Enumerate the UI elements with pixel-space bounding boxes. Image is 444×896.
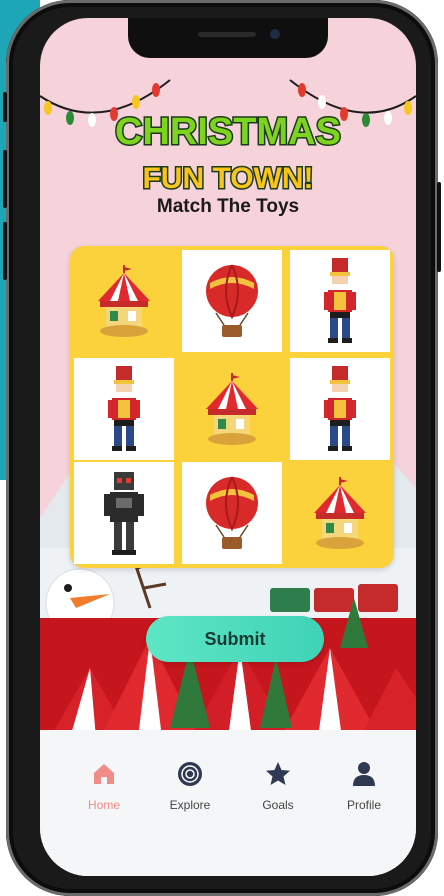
speaker: [198, 32, 256, 37]
board-cell-9[interactable]: [290, 462, 390, 564]
nutcracker-icon: [324, 366, 356, 451]
tab-goals-label: Goals: [262, 798, 294, 812]
volume-up-button: [3, 150, 7, 208]
tab-goals[interactable]: Goals: [238, 760, 318, 820]
page-title: Match The Toys: [156, 196, 300, 217]
mute-switch: [3, 92, 7, 122]
bottom-tab-bar: Home Explore Goals Profile: [40, 730, 416, 876]
home-icon: [94, 764, 114, 784]
app-logo: CHRISTMAS FUN TOWN!: [114, 110, 343, 197]
tab-explore[interactable]: Explore: [150, 760, 230, 820]
logo-line2: FUN TOWN!: [142, 162, 313, 195]
robot-icon: [104, 472, 144, 555]
tab-home-label: Home: [87, 798, 120, 812]
board-cell-6[interactable]: [290, 358, 390, 460]
tab-profile[interactable]: Profile: [324, 760, 404, 820]
hot-air-balloon-icon: [206, 264, 258, 337]
hot-air-balloon-icon: [206, 476, 258, 549]
carousel-icon: [98, 265, 150, 337]
power-button: [437, 182, 441, 272]
board-cell-5[interactable]: [182, 358, 282, 460]
phone-frame: CHRISTMAS FUN TOWN! Match The Toys Submi…: [3, 0, 441, 896]
board-cell-2[interactable]: [182, 250, 282, 352]
tab-explore-label: Explore: [169, 798, 211, 812]
carousel-icon: [206, 373, 258, 445]
board-cell-1[interactable]: [74, 250, 174, 352]
nutcracker-icon: [108, 366, 140, 451]
board-cell-4[interactable]: [74, 358, 174, 460]
tab-home[interactable]: Home: [64, 760, 144, 820]
board-cell-3[interactable]: [290, 250, 390, 352]
volume-down-button: [3, 222, 7, 280]
notch: [128, 18, 328, 58]
front-camera: [270, 29, 280, 39]
carousel-icon: [314, 477, 366, 549]
app-screen: CHRISTMAS FUN TOWN! Match The Toys Submi…: [40, 18, 416, 876]
board-cell-8[interactable]: [182, 462, 282, 564]
board-cell-7[interactable]: [74, 462, 174, 564]
nutcracker-icon: [324, 258, 356, 343]
submit-button[interactable]: Submit: [146, 616, 324, 662]
tab-profile-label: Profile: [346, 798, 381, 812]
explore-icon: [178, 762, 202, 786]
logo-line1: CHRISTMAS: [115, 111, 341, 153]
toy-match-board: [70, 246, 394, 568]
star-icon: [266, 762, 290, 785]
profile-icon: [353, 762, 375, 786]
